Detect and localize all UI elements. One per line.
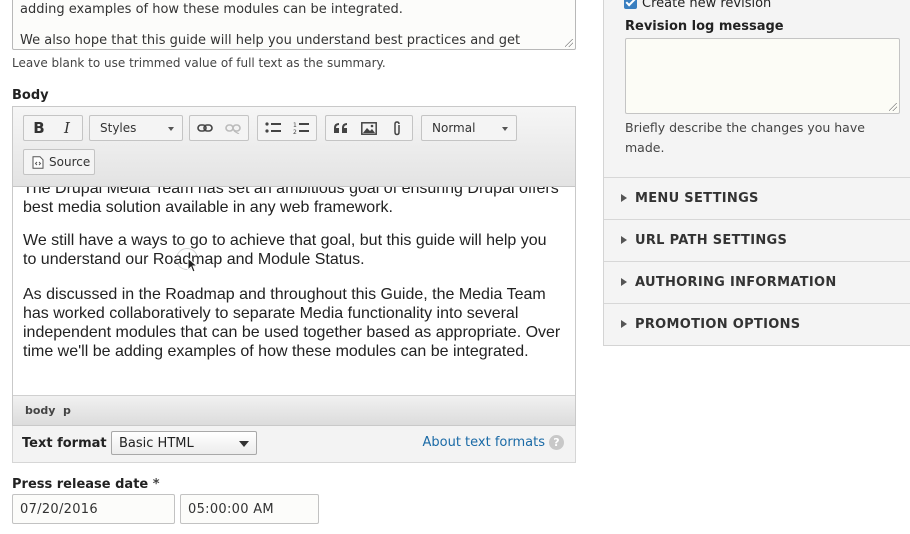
media-group — [325, 115, 413, 141]
resize-grip-icon[interactable] — [565, 39, 573, 47]
image-button[interactable] — [356, 116, 382, 140]
body-paragraph: We still have a ways to go to achieve th… — [23, 232, 547, 268]
bulleted-list-icon — [265, 122, 281, 133]
styles-dropdown[interactable]: Styles — [89, 115, 183, 141]
revision-log-label: Revision log message — [625, 19, 784, 34]
svg-text:2: 2 — [293, 129, 297, 135]
numbered-list-icon: 12 — [293, 122, 309, 135]
svg-text:1: 1 — [293, 122, 297, 129]
revision-log-textarea[interactable] — [625, 38, 900, 114]
blockquote-icon — [334, 123, 347, 133]
accordion-menu-settings[interactable]: MENU SETTINGS — [604, 177, 910, 219]
about-text-formats-link[interactable]: About text formats — [422, 435, 545, 450]
link-icon — [197, 124, 213, 132]
triangle-right-icon — [621, 320, 627, 328]
chevron-down-icon — [502, 127, 508, 131]
body-label: Body — [12, 88, 49, 103]
triangle-right-icon — [621, 278, 627, 286]
lists-group: 12 — [257, 115, 317, 141]
numbered-list-button[interactable]: 12 — [288, 116, 314, 140]
editor-toolbar: B I Styles 12 Normal Source — [13, 107, 575, 187]
source-button[interactable]: Source — [23, 149, 95, 175]
editor-content-area[interactable]: The Drupal Media Team has set an ambitio… — [23, 187, 563, 392]
summary-description: Leave blank to use trimmed value of full… — [12, 56, 386, 70]
revision-log-description: Briefly describe the changes you have ma… — [625, 120, 865, 155]
styles-dropdown-label: Styles — [100, 121, 137, 135]
triangle-right-icon — [621, 236, 627, 244]
summary-text-line: We also hope that this guide will help y… — [20, 33, 521, 48]
summary-textarea[interactable]: adding examples of how these modules can… — [12, 0, 576, 50]
image-icon — [361, 121, 377, 135]
text-format-bar: Text format Basic HTML About text format… — [12, 426, 576, 463]
triangle-right-icon — [621, 194, 627, 202]
format-dropdown[interactable]: Normal — [421, 115, 517, 141]
path-element-body[interactable]: body — [25, 404, 55, 417]
links-group — [189, 115, 249, 141]
blockquote-button[interactable] — [328, 116, 354, 140]
accordion-url-path-settings[interactable]: URL PATH SETTINGS — [604, 219, 910, 261]
accordion-label: AUTHORING INFORMATION — [635, 275, 837, 290]
bold-button[interactable]: B — [26, 116, 52, 140]
accordion-promotion-options[interactable]: PROMOTION OPTIONS — [604, 303, 910, 345]
source-button-label: Source — [49, 155, 91, 169]
mouse-cursor-icon — [187, 257, 198, 273]
accordion-authoring-information[interactable]: AUTHORING INFORMATION — [604, 261, 910, 303]
path-element-p[interactable]: p — [63, 404, 71, 417]
press-release-date-label: Press release date * — [12, 477, 160, 492]
file-attach-button[interactable] — [384, 116, 410, 140]
source-icon — [32, 156, 44, 169]
body-paragraph: The Drupal Media Team has set an ambitio… — [23, 187, 559, 216]
create-revision-checkbox[interactable] — [624, 0, 637, 9]
italic-button[interactable]: I — [54, 116, 80, 140]
date-value: 07/20/2016 — [20, 502, 98, 517]
format-dropdown-label: Normal — [432, 121, 476, 135]
body-paragraph: As discussed in the Roadmap and througho… — [23, 286, 561, 360]
paperclip-icon — [394, 120, 400, 135]
chevron-down-icon — [168, 127, 174, 131]
element-path-bar: body p — [13, 395, 575, 425]
summary-text-line: adding examples of how these modules can… — [20, 2, 403, 17]
body-editor: B I Styles 12 Normal Source The Drupal M… — [12, 106, 576, 426]
basic-styles-group: B I — [23, 115, 83, 141]
accordion-label: PROMOTION OPTIONS — [635, 317, 801, 332]
required-marker: * — [152, 477, 160, 492]
accordion-label: MENU SETTINGS — [635, 191, 759, 206]
date-field[interactable]: 07/20/2016 — [12, 494, 175, 524]
help-icon[interactable]: ? — [549, 435, 564, 450]
create-revision-label: Create new revision — [642, 0, 772, 11]
text-format-select[interactable]: Basic HTML — [111, 431, 257, 455]
accordion-label: URL PATH SETTINGS — [635, 233, 788, 248]
text-format-label: Text format — [22, 436, 107, 451]
unlink-button[interactable] — [220, 116, 246, 140]
chevron-down-icon — [239, 441, 249, 447]
time-field[interactable]: 05:00:00 AM — [180, 494, 319, 524]
time-value: 05:00:00 AM — [188, 502, 274, 517]
press-release-date-text: Press release date — [12, 477, 149, 492]
bulleted-list-button[interactable] — [260, 116, 286, 140]
text-format-selected: Basic HTML — [119, 436, 194, 451]
unlink-icon — [225, 124, 241, 134]
resize-grip-icon[interactable] — [889, 103, 897, 111]
link-button[interactable] — [192, 116, 218, 140]
